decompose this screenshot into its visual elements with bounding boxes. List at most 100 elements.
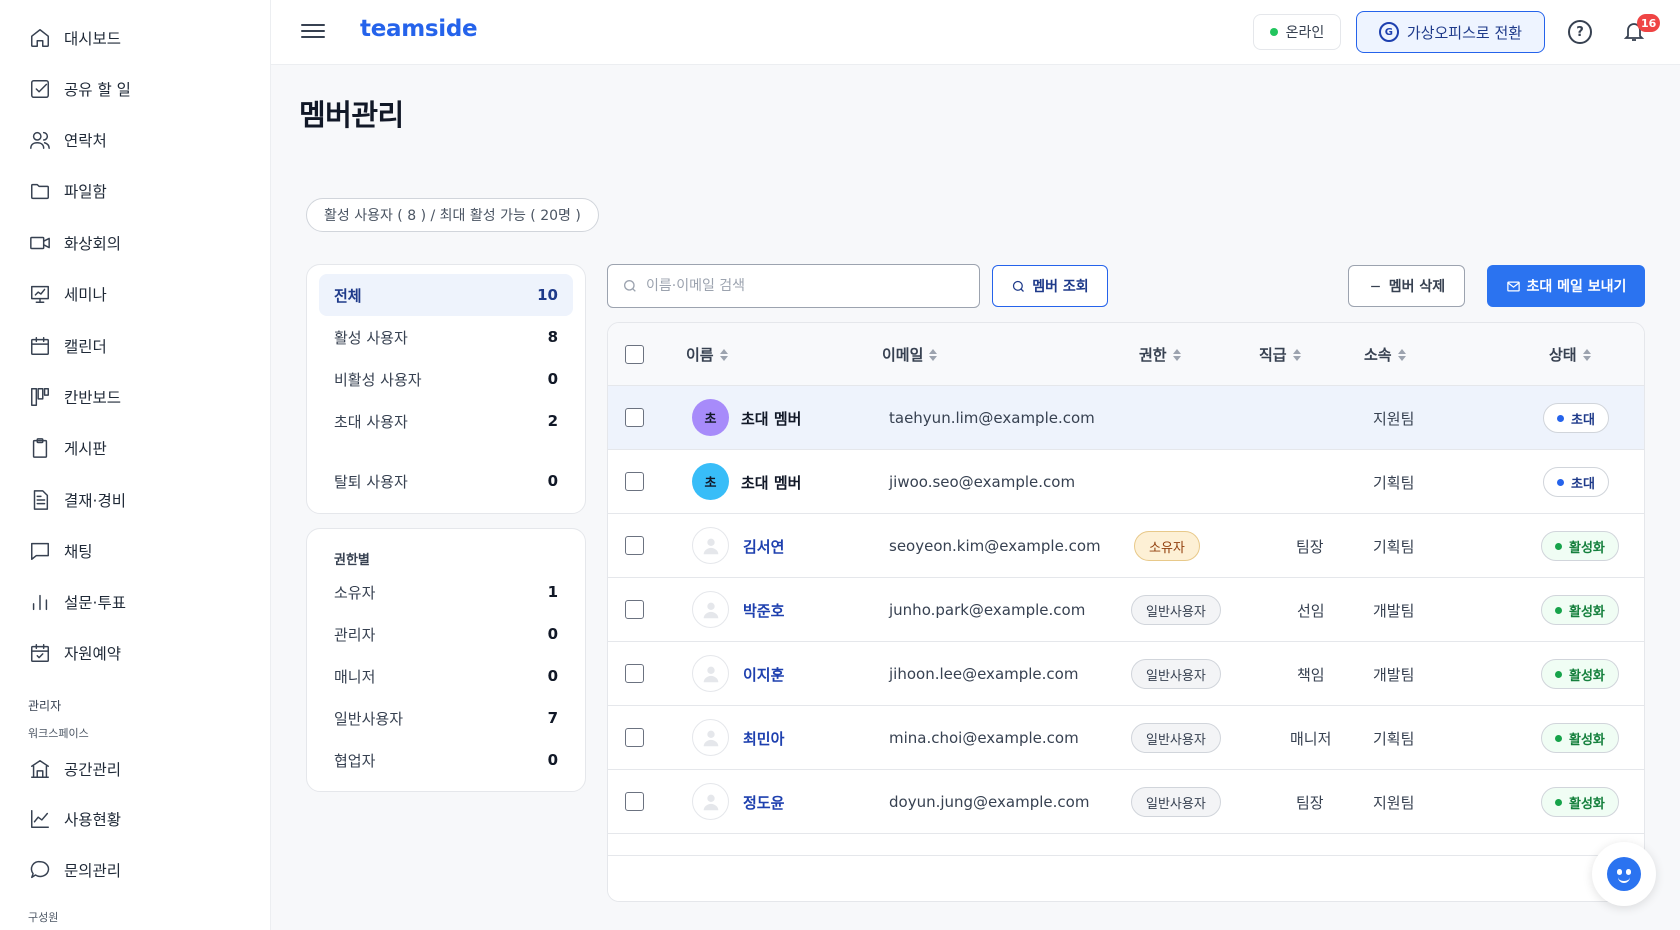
member-name: 초대 멤버 <box>741 409 802 428</box>
role-filter-title: 권한별 <box>334 553 370 568</box>
row-checkbox[interactable] <box>625 536 644 555</box>
filter-label: 협업자 <box>334 751 376 770</box>
filter-count: 2 <box>547 412 558 430</box>
sidebar-item-label: 게시판 <box>64 440 107 458</box>
table-row[interactable]: 초 초대 멤버 jiwoo.seo@example.com 기획팀 초대 <box>608 450 1644 514</box>
status-badge: 활성화 <box>1541 595 1619 625</box>
filter-role-admin[interactable]: 관리자 0 <box>319 613 573 655</box>
notification-bell-icon[interactable]: 16 <box>1622 14 1661 45</box>
sidebar-item-space-management[interactable]: 공간관리 <box>28 753 121 785</box>
sidebar-item-files[interactable]: 파일함 <box>28 175 107 207</box>
member-lookup-button[interactable]: 멤버 조회 <box>992 265 1108 307</box>
status-badge: 활성화 <box>1541 659 1619 689</box>
filter-count: 7 <box>547 709 558 727</box>
column-role[interactable]: 권한 <box>1139 323 1181 386</box>
member-search[interactable] <box>607 264 980 308</box>
filter-role-owner[interactable]: 소유자 1 <box>319 571 573 613</box>
chat-icon <box>28 539 52 563</box>
member-name[interactable]: 박준호 <box>743 578 784 642</box>
table-row[interactable]: 초 초대 멤버 taehyun.lim@example.com 지원팀 초대 <box>608 386 1644 450</box>
column-name[interactable]: 이름 <box>686 323 728 386</box>
filter-withdrawn[interactable]: 탈퇴 사용자 0 <box>319 460 573 502</box>
sidebar-item-shared-tasks[interactable]: 공유 할 일 <box>28 73 131 105</box>
presence-status[interactable]: 온라인 <box>1253 14 1341 50</box>
row-checkbox[interactable] <box>625 728 644 747</box>
column-email[interactable]: 이메일 <box>882 323 938 386</box>
delete-member-button[interactable]: 멤버 삭제 <box>1348 265 1465 307</box>
sidebar-item-resource-booking[interactable]: 자원예약 <box>28 637 121 669</box>
filter-all[interactable]: 전체 10 <box>319 274 573 316</box>
sidebar-item-contacts[interactable]: 연락처 <box>28 124 107 156</box>
member-name[interactable]: 김서연 <box>743 514 784 578</box>
table-row[interactable]: 김서연 seoyeon.kim@example.com 소유자 팀장 기획팀 활… <box>608 514 1644 578</box>
column-status[interactable]: 상태 <box>1549 323 1591 386</box>
table-row[interactable]: 최민아 mina.choi@example.com 일반사용자 매니저 기획팀 … <box>608 706 1644 770</box>
checkbox-icon <box>28 77 52 101</box>
home-icon <box>28 26 52 50</box>
sidebar-item-label: 공유 할 일 <box>64 81 131 99</box>
document-icon <box>28 488 52 512</box>
filter-role-collaborator[interactable]: 협업자 0 <box>319 739 573 781</box>
role-badge: 소유자 <box>1134 531 1200 561</box>
table-footer <box>608 855 1644 901</box>
select-all-checkbox[interactable] <box>625 345 644 364</box>
column-team[interactable]: 소속 <box>1364 323 1406 386</box>
sidebar-item-chat[interactable]: 채팅 <box>28 535 93 567</box>
virtual-office-button[interactable]: G 가상오피스로 전환 <box>1356 11 1545 53</box>
table-row[interactable]: 이지훈 jihoon.lee@example.com 일반사용자 책임 개발팀 … <box>608 642 1644 706</box>
sidebar-item-label: 대시보드 <box>64 30 122 48</box>
sidebar-item-approval[interactable]: 결재·경비 <box>28 484 126 516</box>
sidebar-item-seminar[interactable]: 세미나 <box>28 278 107 310</box>
filter-inactive[interactable]: 비활성 사용자 0 <box>319 358 573 400</box>
row-checkbox[interactable] <box>625 600 644 619</box>
filter-label: 초대 사용자 <box>334 412 408 431</box>
member-team: 기획팀 <box>1373 537 1415 556</box>
sidebar-item-label: 공간관리 <box>64 761 122 779</box>
sidebar-item-video-conference[interactable]: 화상회의 <box>28 227 121 259</box>
member-name[interactable]: 정도윤 <box>743 770 784 834</box>
sidebar-item-calendar[interactable]: 캘린더 <box>28 330 107 362</box>
table-row[interactable]: 박준호 junho.park@example.com 일반사용자 선임 개발팀 … <box>608 578 1644 642</box>
member-name[interactable]: 이지훈 <box>743 642 784 706</box>
virtual-office-label: 가상오피스로 전환 <box>1406 23 1523 42</box>
sort-icon <box>1172 348 1181 361</box>
filter-role-user[interactable]: 일반사용자 7 <box>319 697 573 739</box>
sidebar-item-kanban[interactable]: 칸반보드 <box>28 381 121 413</box>
row-checkbox[interactable] <box>625 664 644 683</box>
sidebar-item-survey[interactable]: 설문·투표 <box>28 586 126 618</box>
row-checkbox[interactable] <box>625 792 644 811</box>
send-invite-button[interactable]: 초대 메일 보내기 <box>1487 265 1645 307</box>
search-input[interactable] <box>646 278 966 294</box>
help-icon[interactable]: ? <box>1568 20 1592 44</box>
role-badge: 일반사용자 <box>1131 787 1221 817</box>
sidebar-item-label: 설문·투표 <box>64 594 126 612</box>
filter-role-manager[interactable]: 매니저 0 <box>319 655 573 697</box>
members-table: 이름 이메일 권한 직급 소속 상태 초 초대 멤버 taehyun.lim@e… <box>607 322 1645 902</box>
table-row[interactable]: 정도윤 doyun.jung@example.com 일반사용자 팀장 지원팀 … <box>608 770 1644 834</box>
chatbot-icon[interactable] <box>1592 842 1656 906</box>
sidebar: 대시보드 공유 할 일 연락처 파일함 화상회의 세미나 캘린더 칸반보드 게시… <box>0 0 271 930</box>
sidebar-item-inquiries[interactable]: 문의관리 <box>28 854 121 886</box>
brand-logo[interactable]: teamside <box>360 16 478 42</box>
column-label: 상태 <box>1549 346 1577 364</box>
table-header: 이름 이메일 권한 직급 소속 상태 <box>608 323 1644 386</box>
usage-summary: 활성 사용자 ( 8 ) / 최대 활성 가능 ( 20명 ) <box>306 198 599 232</box>
speech-bubble-icon <box>28 858 52 882</box>
avatar: 초 <box>692 463 729 500</box>
filter-count: 0 <box>547 625 558 643</box>
sidebar-item-dashboard[interactable]: 대시보드 <box>28 22 121 54</box>
filter-active[interactable]: 활성 사용자 8 <box>319 316 573 358</box>
menu-icon[interactable] <box>301 20 325 44</box>
member-name[interactable]: 최민아 <box>743 706 784 770</box>
sidebar-item-board[interactable]: 게시판 <box>28 432 107 464</box>
sidebar-item-usage[interactable]: 사용현황 <box>28 803 121 835</box>
sidebar-item-label: 자원예약 <box>64 645 122 663</box>
sidebar-item-label: 채팅 <box>64 543 93 561</box>
row-checkbox[interactable] <box>625 472 644 491</box>
avatar: 초 <box>692 399 729 436</box>
member-email: seoyeon.kim@example.com <box>889 537 1101 555</box>
sidebar-section-admin: 관리자 <box>28 699 62 713</box>
row-checkbox[interactable] <box>625 408 644 427</box>
filter-invited[interactable]: 초대 사용자 2 <box>319 400 573 442</box>
column-title[interactable]: 직급 <box>1259 323 1301 386</box>
